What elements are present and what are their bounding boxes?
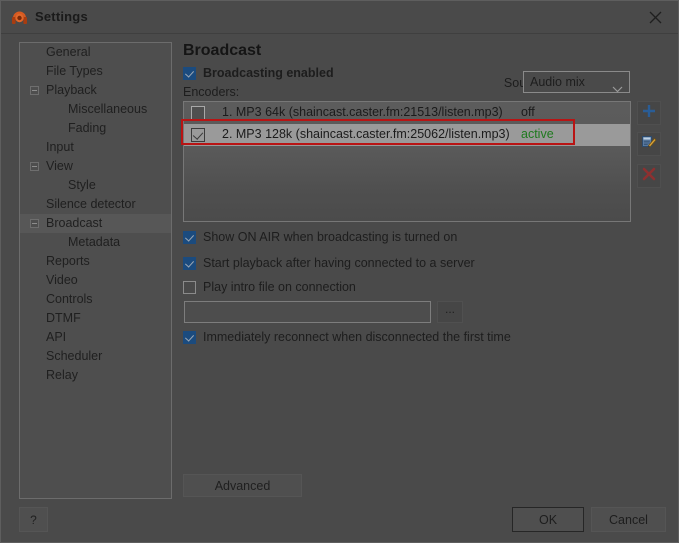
encoders-label: Encoders: [183,85,240,99]
ok-button[interactable]: OK [512,507,584,532]
page-title: Broadcast [183,42,262,59]
sidebar-item-dtmf[interactable]: DTMF [20,309,171,328]
option-label: Show ON AIR when broadcasting is turned … [203,230,458,244]
sidebar-item-file-types[interactable]: File Types [20,62,171,81]
encoder-row[interactable]: 1. MP3 64k (shaincast.caster.fm:21513/li… [184,102,630,124]
sidebar-item-label: General [46,45,91,59]
tree-collapse-icon[interactable] [30,162,39,171]
encoder-list[interactable]: 1. MP3 64k (shaincast.caster.fm:21513/li… [183,101,631,222]
sidebar-item-scheduler[interactable]: Scheduler [20,347,171,366]
sidebar-item-miscellaneous[interactable]: Miscellaneous [20,100,171,119]
sidebar-item-api[interactable]: API [20,328,171,347]
sidebar-item-label: Reports [46,254,90,268]
sidebar-item-controls[interactable]: Controls [20,290,171,309]
plus-icon [642,104,656,123]
close-icon[interactable] [632,1,678,33]
help-button[interactable]: ? [19,507,48,532]
intro-file-input[interactable] [184,301,431,323]
tree-collapse-icon[interactable] [30,219,39,228]
sidebar-item-label: File Types [46,64,103,78]
title-bar: Settings [1,1,678,34]
sidebar-item-input[interactable]: Input [20,138,171,157]
cross-icon [642,167,656,186]
checkbox-check-icon[interactable] [191,128,205,142]
checkbox-empty-icon[interactable] [191,106,205,120]
sidebar-item-label: Video [46,273,78,287]
window-title: Settings [35,9,88,24]
option-play-intro-file[interactable]: Play intro file on connection [183,280,356,294]
checkbox-check-icon [183,256,196,270]
source-dropdown[interactable]: Audio mix [523,71,630,93]
broadcasting-enabled-checkbox[interactable]: Broadcasting enabled [183,66,334,80]
sidebar-item-reports[interactable]: Reports [20,252,171,271]
add-encoder-button[interactable] [637,101,661,125]
option-label: Play intro file on connection [203,280,356,294]
sidebar-item-metadata[interactable]: Metadata [20,233,171,252]
checkbox-check-icon [183,230,196,244]
sidebar-item-general[interactable]: General [20,43,171,62]
settings-window: Settings General File Types Playback Miscel… [0,0,679,543]
sidebar-item-label: Fading [68,121,107,135]
delete-encoder-button[interactable] [637,164,661,188]
sidebar-item-label: Scheduler [46,349,103,363]
sidebar-item-label: Silence detector [46,197,136,211]
sidebar-item-label: View [46,159,73,173]
sidebar-item-video[interactable]: Video [20,271,171,290]
option-label: Start playback after having connected to… [203,256,475,270]
encoder-row[interactable]: 2. MP3 128k (shaincast.caster.fm:25062/l… [184,124,630,146]
sidebar-item-relay[interactable]: Relay [20,366,171,385]
sidebar-item-playback[interactable]: Playback [20,81,171,100]
encoder-status: off [521,105,535,119]
sidebar-item-view[interactable]: View [20,157,171,176]
encoder-name: 1. MP3 64k (shaincast.caster.fm:21513/li… [222,105,503,119]
headset-microphone-icon [11,9,28,26]
sidebar-item-label: Metadata [68,235,121,249]
chevron-down-icon [612,80,623,98]
sidebar-item-label: DTMF [46,311,81,325]
sidebar-item-style[interactable]: Style [20,176,171,195]
sidebar-item-label: API [46,330,67,344]
checkbox-check-icon [183,66,196,80]
sidebar-item-label: Input [46,140,74,154]
sidebar-item-fading[interactable]: Fading [20,119,171,138]
settings-category-tree[interactable]: General File Types Playback Miscellaneous Fa… [19,42,172,499]
option-show-on-air[interactable]: Show ON AIR when broadcasting is turned … [183,230,457,244]
option-start-playback[interactable]: Start playback after having connected to… [183,256,475,270]
sidebar-item-silence-detector[interactable]: Silence detector [20,195,171,214]
sidebar-item-label: Playback [46,83,97,97]
sidebar-item-broadcast[interactable]: Broadcast [20,214,171,233]
option-label: Immediately reconnect when disconnected … [203,330,511,344]
browse-intro-file-button[interactable]: ... [437,301,463,323]
cancel-button[interactable]: Cancel [591,507,666,532]
sidebar-item-label: Relay [46,368,78,382]
sidebar-item-label: Miscellaneous [68,102,148,116]
broadcast-settings-pane: Broadcast Broadcasting enabled Source: A… [183,37,663,507]
tree-collapse-icon[interactable] [30,86,39,95]
encoder-name: 2. MP3 128k (shaincast.caster.fm:25062/l… [222,127,510,141]
broadcasting-enabled-label: Broadcasting enabled [203,66,334,80]
edit-encoder-button[interactable] [637,132,661,156]
source-selected-value: Audio mix [530,75,585,89]
advanced-button[interactable]: Advanced [183,474,302,497]
checkbox-empty-icon [183,280,196,294]
sidebar-item-label: Broadcast [46,216,103,230]
option-immediate-reconnect[interactable]: Immediately reconnect when disconnected … [183,330,511,344]
encoder-status: active [521,127,554,141]
sidebar-item-label: Controls [46,292,93,306]
sidebar-item-label: Style [68,178,96,192]
edit-pencil-icon [641,134,657,154]
checkbox-check-icon [183,330,196,344]
